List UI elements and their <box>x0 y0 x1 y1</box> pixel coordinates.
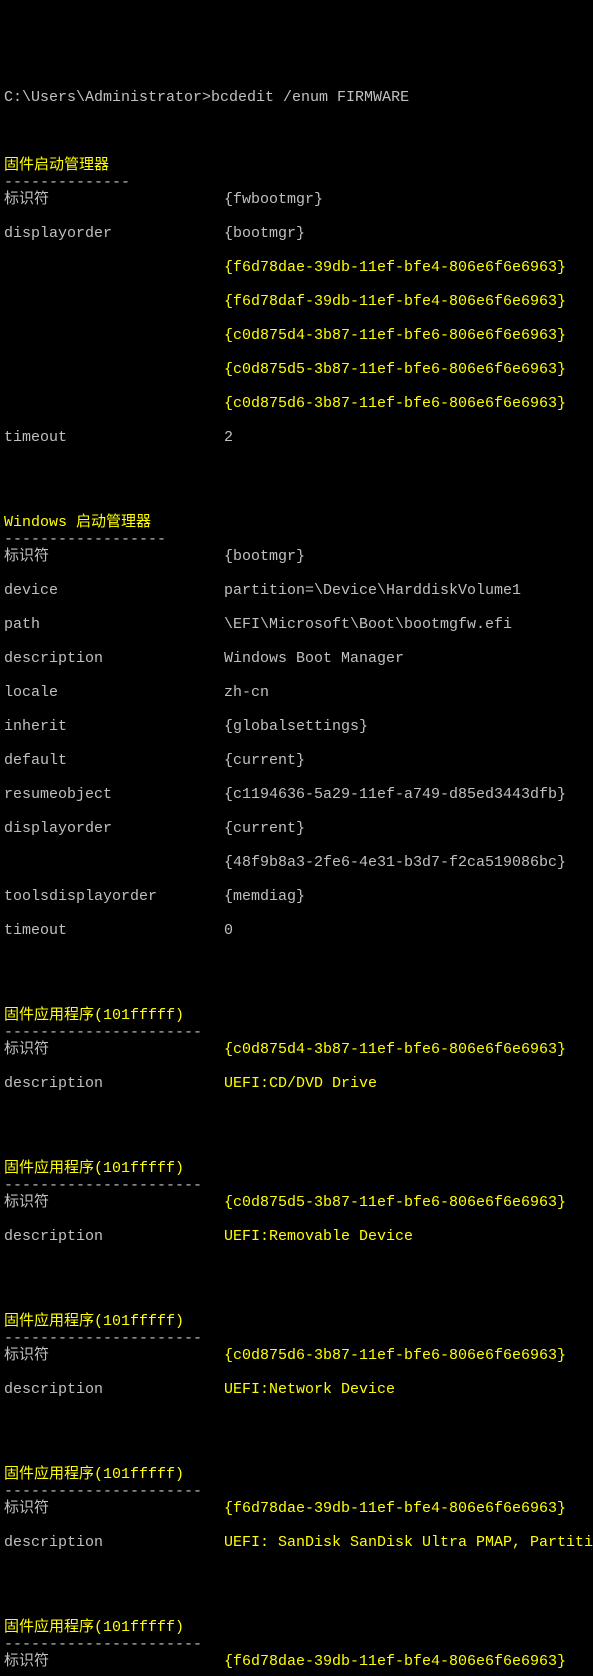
guid-value: {c0d875d5-3b87-11ef-bfe6-806e6f6e6963} <box>224 1194 566 1211</box>
spacer <box>4 395 224 412</box>
divider: ---------------------- <box>4 1024 202 1041</box>
field-label: 标识符 <box>4 1653 224 1670</box>
field-label: locale <box>4 684 224 701</box>
spacer <box>4 854 224 871</box>
field-label: description <box>4 1228 224 1245</box>
field-label: displayorder <box>4 225 224 242</box>
guid-value: {48f9b8a3-2fe6-4e31-b3d7-f2ca519086bc} <box>224 854 566 871</box>
field-value: {fwbootmgr} <box>224 191 323 208</box>
field-value: {bootmgr} <box>224 548 305 565</box>
field-value: UEFI:CD/DVD Drive <box>224 1075 377 1092</box>
spacer <box>4 361 224 378</box>
section-title-fwapp: 固件应用程序(101fffff) <box>4 1619 184 1636</box>
field-label: inherit <box>4 718 224 735</box>
section-title-fwapp: 固件应用程序(101fffff) <box>4 1007 184 1024</box>
command-prompt: C:\Users\Administrator>bcdedit /enum FIR… <box>4 89 409 106</box>
field-label: timeout <box>4 922 224 939</box>
divider: ---------------------- <box>4 1330 202 1347</box>
field-label: 标识符 <box>4 1347 224 1364</box>
guid-value: {f6d78dae-39db-11ef-bfe4-806e6f6e6963} <box>224 1500 566 1517</box>
section-title-fwbootmgr: 固件启动管理器 <box>4 157 109 174</box>
field-value: {globalsettings} <box>224 718 368 735</box>
section-title-winbootmgr: Windows 启动管理器 <box>4 514 151 531</box>
field-label: 标识符 <box>4 1194 224 1211</box>
divider: ---------------------- <box>4 1177 202 1194</box>
field-label: description <box>4 1075 224 1092</box>
section-title-fwapp: 固件应用程序(101fffff) <box>4 1313 184 1330</box>
field-label: 标识符 <box>4 1041 224 1058</box>
field-label: resumeobject <box>4 786 224 803</box>
field-value: {current} <box>224 820 305 837</box>
guid-value: {c0d875d5-3b87-11ef-bfe6-806e6f6e6963} <box>224 361 566 378</box>
field-value: zh-cn <box>224 684 269 701</box>
field-value: \EFI\Microsoft\Boot\bootmgfw.efi <box>224 616 512 633</box>
field-value: UEFI: SanDisk SanDisk Ultra PMAP, Partit… <box>224 1534 584 1551</box>
field-value: UEFI:Network Device <box>224 1381 395 1398</box>
field-value: partition=\Device\HarddiskVolume1 <box>224 582 521 599</box>
guid-value: {c0d875d4-3b87-11ef-bfe6-806e6f6e6963} <box>224 1041 566 1058</box>
field-label: timeout <box>4 429 224 446</box>
field-value: {current} <box>224 752 305 769</box>
field-value: {c1194636-5a29-11ef-a749-d85ed3443dfb} <box>224 786 566 803</box>
field-value: 2 <box>224 429 233 446</box>
divider: ---------------------- <box>4 1636 202 1653</box>
divider: ------------------ <box>4 531 166 548</box>
guid-value: {c0d875d4-3b87-11ef-bfe6-806e6f6e6963} <box>224 327 566 344</box>
section-title-fwapp: 固件应用程序(101fffff) <box>4 1160 184 1177</box>
field-label: description <box>4 1534 224 1551</box>
field-label: default <box>4 752 224 769</box>
guid-value: {c0d875d6-3b87-11ef-bfe6-806e6f6e6963} <box>224 1347 566 1364</box>
field-label: toolsdisplayorder <box>4 888 224 905</box>
field-value: Windows Boot Manager <box>224 650 404 667</box>
guid-value: {f6d78daf-39db-11ef-bfe4-806e6f6e6963} <box>224 293 566 310</box>
field-label: 标识符 <box>4 191 224 208</box>
field-label: 标识符 <box>4 1500 224 1517</box>
field-label: description <box>4 1381 224 1398</box>
field-label: 标识符 <box>4 548 224 565</box>
spacer <box>4 293 224 310</box>
section-title-fwapp: 固件应用程序(101fffff) <box>4 1466 184 1483</box>
field-label: path <box>4 616 224 633</box>
spacer <box>4 327 224 344</box>
field-label: description <box>4 650 224 667</box>
field-label: displayorder <box>4 820 224 837</box>
field-value: {bootmgr} <box>224 225 305 242</box>
field-value: UEFI:Removable Device <box>224 1228 413 1245</box>
guid-value: {c0d875d6-3b87-11ef-bfe6-806e6f6e6963} <box>224 395 566 412</box>
guid-value: {f6d78dae-39db-11ef-bfe4-806e6f6e6963} <box>224 1653 566 1670</box>
field-label: device <box>4 582 224 599</box>
divider: ---------------------- <box>4 1483 202 1500</box>
guid-value: {f6d78dae-39db-11ef-bfe4-806e6f6e6963} <box>224 259 566 276</box>
terminal-output: C:\Users\Administrator>bcdedit /enum FIR… <box>4 72 589 1676</box>
field-value: 0 <box>224 922 233 939</box>
divider: -------------- <box>4 174 130 191</box>
field-value: {memdiag} <box>224 888 305 905</box>
spacer <box>4 259 224 276</box>
